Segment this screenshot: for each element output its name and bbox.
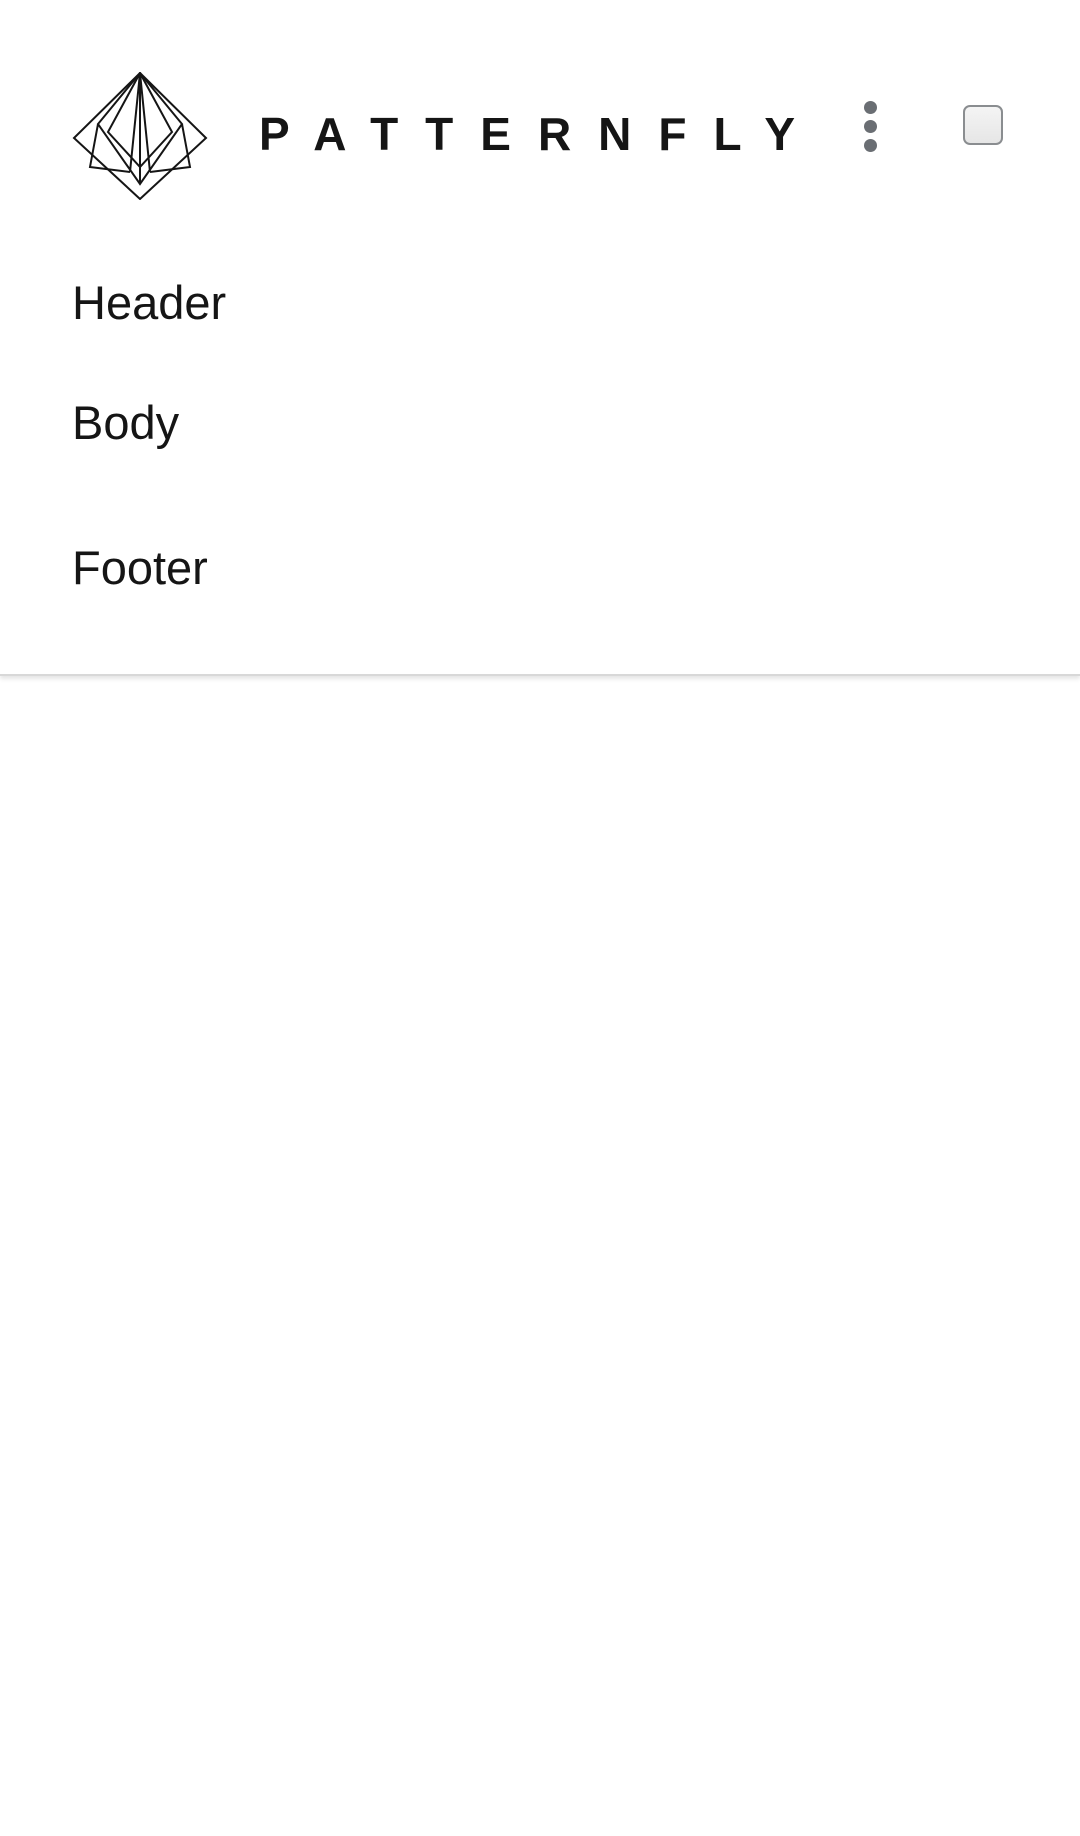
kebab-dot [863,119,877,133]
card: PATTERNFLY Header Body Footer [0,0,1080,676]
card-body-text: Body [72,396,180,449]
select-checkbox[interactable] [963,105,1003,145]
kebab-dot [863,100,877,114]
card-header-text: Header [72,276,227,329]
brand-name: PATTERNFLY [259,108,823,160]
kebab-dot [863,138,877,152]
kebab-menu-button[interactable] [848,94,892,158]
card-footer-text: Footer [72,541,208,594]
patternfly-logo-icon [72,70,208,201]
